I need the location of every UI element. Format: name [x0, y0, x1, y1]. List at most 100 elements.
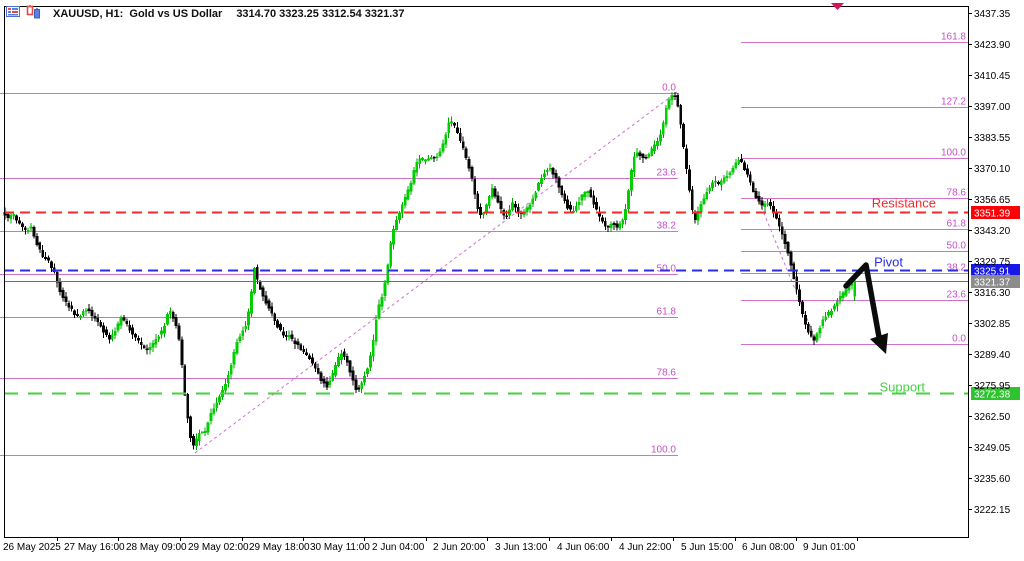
- candle-bull: [401, 205, 403, 213]
- x-tick-label: 2 Jun 20:00: [433, 542, 486, 553]
- candle-bear: [94, 316, 96, 318]
- candle-bear: [506, 216, 508, 217]
- candle-bull: [230, 365, 232, 374]
- candle-bear: [45, 257, 47, 258]
- y-tick-label: 3397.00: [974, 102, 1011, 113]
- candle-bear: [306, 353, 308, 355]
- candle-bear: [680, 105, 682, 124]
- candle-bear: [761, 201, 763, 205]
- candle-bull: [665, 108, 667, 124]
- candle-bull: [633, 157, 635, 172]
- candle-bull: [445, 135, 447, 145]
- candle-bull: [335, 365, 337, 375]
- candle-bear: [91, 311, 93, 316]
- candle-bull: [404, 197, 406, 205]
- candle-bear: [746, 169, 748, 174]
- candle-bull: [390, 243, 392, 267]
- candle-bear: [326, 382, 328, 387]
- candle-bear: [691, 190, 693, 210]
- candle-bear: [462, 142, 464, 148]
- candle-bull: [488, 196, 490, 205]
- candle-bull: [288, 335, 290, 337]
- x-tick-label: 9 Jun 01:00: [803, 542, 856, 553]
- candle-bear: [143, 346, 145, 348]
- candle-bear: [74, 311, 76, 315]
- candle-bear: [596, 202, 598, 209]
- fib-level-label: 127.2: [941, 97, 966, 108]
- y-tick-label: 3343.20: [974, 226, 1011, 237]
- candle-bear: [76, 314, 78, 315]
- candle-bear: [262, 288, 264, 296]
- candle-bull: [158, 337, 160, 339]
- chart-canvas[interactable]: 0.023.638.250.061.878.6100.00.023.638.25…: [0, 0, 1024, 561]
- candle-bear: [813, 337, 815, 340]
- candle-bear: [494, 189, 496, 196]
- candle-bear: [349, 361, 351, 372]
- candle-bear: [758, 196, 760, 201]
- candle-bear: [677, 95, 679, 106]
- candle-bull: [712, 183, 714, 188]
- candle-bear: [497, 196, 499, 202]
- y-tick-label: 3423.90: [974, 40, 1011, 51]
- candle-bear: [456, 128, 458, 133]
- candle-bull: [732, 168, 734, 172]
- candle-bear: [190, 417, 192, 438]
- candle-bear: [787, 242, 789, 253]
- candle-bull: [393, 229, 395, 244]
- candle-bear: [274, 314, 276, 320]
- candle-bull: [436, 157, 438, 158]
- candle-bull: [361, 383, 363, 389]
- candle-bear: [271, 307, 273, 313]
- candle-bear: [100, 322, 102, 326]
- fib-diagonal-line: [195, 92, 677, 453]
- fib-level-label: 50.0: [657, 264, 677, 275]
- candle-bull: [651, 149, 653, 156]
- candle-bear: [123, 318, 125, 320]
- candle-bull: [578, 202, 580, 204]
- candle-bull: [152, 343, 154, 347]
- candle-bear: [561, 186, 563, 195]
- fib-level-label: 0.0: [952, 334, 966, 345]
- candle-bear: [187, 394, 189, 418]
- x-tick-label: 28 May 09:00: [126, 542, 187, 553]
- candle-bull: [27, 230, 29, 231]
- candle-bull: [227, 375, 229, 382]
- candle-bear: [47, 258, 49, 260]
- candle-bear: [256, 267, 258, 279]
- candle-bull: [627, 191, 629, 209]
- candle-bull: [654, 145, 656, 151]
- fib-layer: 0.023.638.250.061.878.6100.00.023.638.25…: [0, 32, 968, 456]
- candle-bull: [364, 376, 366, 382]
- candle-bear: [355, 380, 357, 390]
- candle-bear: [21, 224, 23, 227]
- candle-bear: [607, 226, 609, 227]
- chart-border: [5, 7, 969, 538]
- candle-bear: [781, 227, 783, 234]
- pivot-label: Pivot: [874, 255, 903, 270]
- projection-arrow-head: [870, 333, 888, 354]
- candle-bear: [294, 341, 296, 344]
- chart-header: XAUUSD, H1: Gold vs US Dollar 3314.70 33…: [6, 6, 405, 22]
- candle-bull: [662, 123, 664, 134]
- candle-bear: [36, 236, 38, 244]
- y-tick-label: 3235.60: [974, 474, 1011, 485]
- candle-bull: [720, 181, 722, 185]
- x-tick-label: 3 Jun 13:00: [495, 542, 548, 553]
- candle-bull: [224, 384, 226, 390]
- candle-bear: [743, 163, 745, 170]
- candle-bull: [427, 159, 429, 160]
- candle-bull: [532, 199, 534, 204]
- candle-bear: [103, 326, 105, 332]
- candle-bull: [245, 326, 247, 329]
- candle-bull: [575, 206, 577, 211]
- candle-bull: [169, 311, 171, 314]
- candle-bull: [233, 353, 235, 364]
- candle-bull: [729, 173, 731, 175]
- candle-bull: [120, 317, 122, 325]
- candle-bear: [297, 342, 299, 345]
- resistance-label: Resistance: [872, 196, 936, 211]
- candle-bull: [85, 310, 87, 311]
- candle-bull: [419, 159, 421, 164]
- candle-bear: [601, 218, 603, 222]
- candle-bull: [668, 100, 670, 108]
